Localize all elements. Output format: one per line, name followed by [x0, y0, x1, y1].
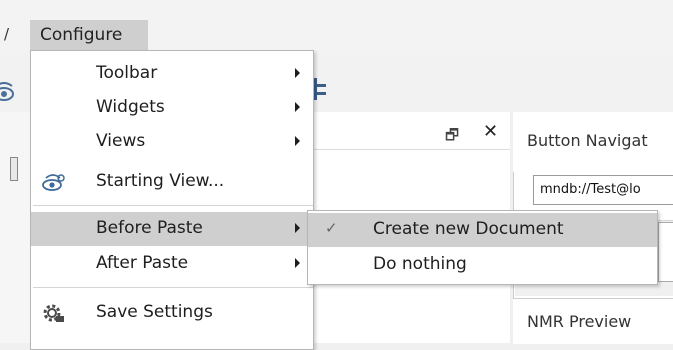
menu-bar: / Configure — [0, 0, 673, 50]
submenu-item-do-nothing[interactable]: Do nothing — [308, 248, 657, 282]
submenu-item-label: Create new Document — [373, 219, 564, 239]
submenu-arrow-icon — [295, 258, 300, 268]
gear-icon — [43, 304, 64, 322]
menu-item-widgets[interactable]: Widgets — [31, 91, 313, 125]
menubar-item-configure[interactable]: Configure — [30, 20, 148, 50]
submenu-item-create-new-document[interactable]: ✓ Create new Document — [308, 213, 657, 247]
menu-item-views[interactable]: Views — [31, 125, 313, 159]
menu-separator — [33, 205, 313, 206]
button-navigator-title: Button Navigat — [527, 131, 648, 150]
left-panel — [0, 112, 33, 343]
submenu-arrow-icon — [295, 223, 300, 233]
close-icon[interactable]: ✕ — [483, 121, 498, 142]
nmr-preview-title: NMR Preview — [527, 312, 632, 331]
submenu-arrow-icon — [295, 68, 300, 78]
menu-item-save-settings[interactable]: Save Settings — [31, 296, 313, 330]
checkmark-icon: ✓ — [325, 219, 338, 237]
navigator-scroll-box[interactable] — [658, 222, 673, 282]
submenu-arrow-icon — [295, 136, 300, 146]
toolbar-grid-icon[interactable] — [313, 76, 327, 102]
database-url-field[interactable]: mndb://Test@lo — [533, 175, 673, 205]
float-window-icon[interactable]: 🗗 — [445, 125, 459, 150]
menu-item-label: Widgets — [96, 97, 165, 117]
menubar-item-view[interactable]: / — [4, 25, 9, 43]
menu-item-before-paste[interactable]: Before Paste — [31, 212, 313, 246]
menu-item-label: Toolbar — [96, 63, 158, 83]
menu-item-starting-view[interactable]: Starting View... — [31, 165, 313, 199]
submenu-item-label: Do nothing — [373, 254, 467, 274]
menu-item-toolbar[interactable]: Toolbar — [31, 57, 313, 91]
submenu-arrow-icon — [295, 102, 300, 112]
center-panel-header — [314, 112, 510, 150]
menu-item-label: Starting View... — [96, 171, 225, 191]
menu-separator — [33, 287, 313, 288]
toolbar-view-icon[interactable] — [0, 82, 22, 102]
configure-menu: Toolbar Widgets Views Starting View... B… — [30, 50, 314, 350]
menu-item-label: Save Settings — [96, 302, 213, 322]
starting-view-icon — [42, 174, 65, 191]
menu-item-label: Before Paste — [96, 218, 203, 238]
menu-item-label: After Paste — [96, 253, 189, 273]
splitter-handle[interactable] — [10, 157, 18, 181]
menu-item-after-paste[interactable]: After Paste — [31, 247, 313, 281]
menu-item-label: Views — [96, 131, 146, 151]
before-paste-submenu: ✓ Create new Document Do nothing — [307, 210, 658, 285]
